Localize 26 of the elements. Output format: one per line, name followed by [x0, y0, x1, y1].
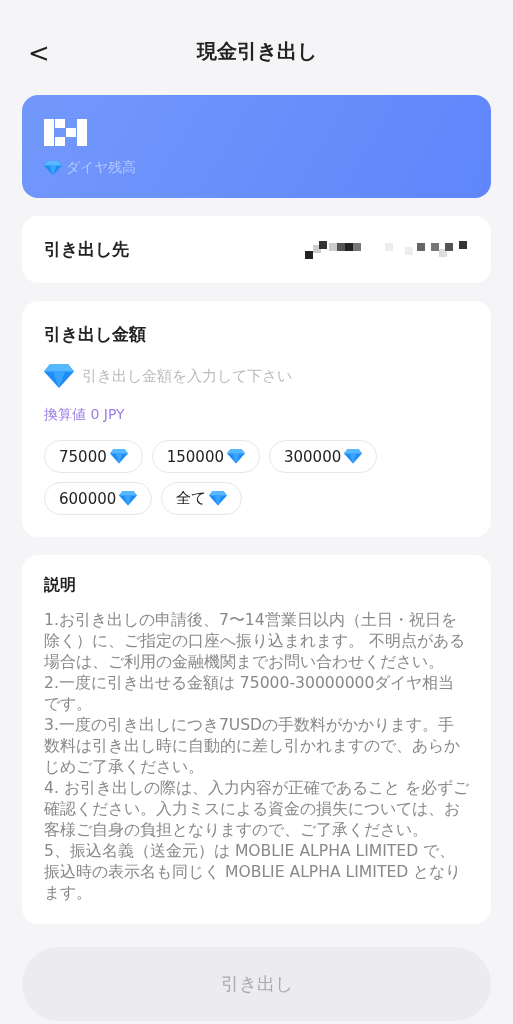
diamond-icon — [119, 491, 138, 506]
note-text: 5、振込名義（送金元）は MOBLIE ALPHA LIMITED で、振込時の表示名も同じく MOBLIE ALPHA LIMITED となります。 — [44, 841, 463, 904]
amount-chip[interactable]: 300000 — [269, 440, 378, 473]
diamond-icon — [209, 491, 228, 506]
diamond-icon — [109, 449, 128, 464]
page-title: 現金引き出し — [196, 38, 317, 65]
balance-label: ダイヤ残高 — [66, 159, 136, 177]
notes-title: 説明 — [44, 575, 77, 596]
redacted-drawing — [44, 119, 88, 147]
note-text: 3.一度の引き出しにつき7USDの手数料がかかります。手数料は引き出し時に自動的に差し引かれますので、あらかじめご了承ください。 — [44, 715, 461, 778]
amount-title: 引き出し金額 — [44, 323, 147, 346]
back-button[interactable]: < — [24, 38, 54, 68]
amount-chip[interactable]: 75000 — [44, 440, 143, 473]
diamond-icon — [44, 160, 62, 176]
amount-chip[interactable]: 150000 — [151, 440, 260, 473]
amount-chip[interactable]: 600000 — [44, 482, 153, 515]
amount-input[interactable]: 引き出し金額を入力して下さい — [80, 366, 469, 386]
conversion-text: 換算値 0 JPY — [44, 406, 126, 424]
diamond-icon — [44, 364, 74, 388]
note-text: 2.一度に引き出せる金額は 75000-30000000ダイヤ相当です。 — [44, 673, 456, 715]
note-text: 1.お引き出しの申請後、7〜14営業日以内（土日・祝日を除く）に、ご指定の口座へ振り込まれます。 不明点がある場合は、ご利用の金融機関までお問い合わせください。 — [44, 610, 466, 673]
note-text: 4. お引き出しの際は、入力内容が正確であること を必ずご確認ください。入力ミスによる資金の損失については、お客様ご自身の負担となりますので、ご了承ください。 — [44, 778, 469, 841]
amount-chip[interactable]: 全て — [161, 482, 243, 515]
diamond-icon — [344, 449, 363, 464]
diamond-icon — [227, 449, 245, 464]
destination-label: 引き出し先 — [44, 238, 129, 261]
